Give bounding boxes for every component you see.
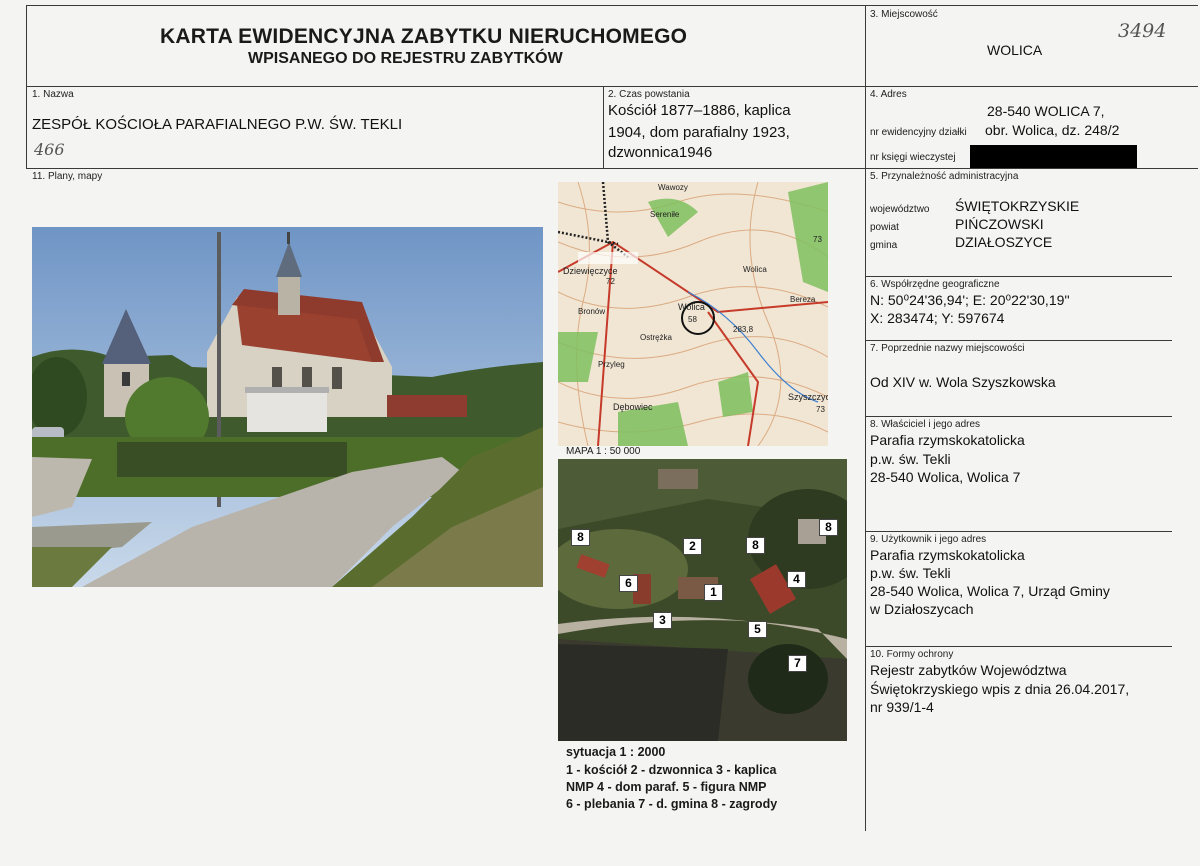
field-label-owner: 8. Właściciel i jego adres [870,419,981,430]
map-scale-caption: MAPA 1 : 50 000 [566,446,641,457]
left-border [26,5,27,169]
map-place-label: Przyleg [598,360,625,369]
map-place-label: Bronów [578,307,605,316]
aerial-marker: 4 [787,571,806,588]
admin-key: województwo [870,204,930,215]
admin-value: ŚWIĘTOKRZYSKIE [955,198,1080,214]
admin-value: DZIAŁOSZYCE [955,234,1053,250]
admin-key: gmina [870,240,898,251]
admin-value: PIŃCZOWSKI [955,216,1044,232]
row-divider [865,531,1172,532]
user-line: p.w. św. Tekli [870,565,951,581]
address-value: 28-540 WOLICA 7, [987,103,1105,119]
object-name: ZESPÓŁ KOŚCIOŁA PARAFIALNEGO P.W. ŚW. TE… [32,116,403,133]
redaction-box [970,145,1137,168]
former-name-value: Od XIV w. Wola Szyszkowska [870,374,1056,390]
row-divider [865,416,1172,417]
row-divider [26,168,1198,169]
owner-line: p.w. św. Tekli [870,451,951,467]
aerial-photo: 8 2 8 8 6 1 4 3 5 7 [558,459,847,741]
field-label-admin: 5. Przynależność administracyjna [870,171,1019,182]
map-place-label: Szyszczyce [788,392,828,402]
church-photo [32,227,543,587]
admin-key: powiat [870,222,899,233]
legend-line: NMP 4 - dom paraf. 5 - figura NMP [566,780,767,794]
map-place-label: 58 [688,315,697,324]
aerial-marker: 7 [788,655,807,672]
field-label-protection: 10. Formy ochrony [870,649,954,660]
coords-geo: N: 50⁰24'36,94'; E: 20⁰22'30,19'' [870,292,1070,308]
coords-xy: X: 283474; Y: 597674 [870,310,1005,326]
record-card: KARTA EWIDENCYJNA ZABYTKU NIERUCHOMEGO W… [0,0,1200,866]
map-place-label: Ostrężka [640,333,673,342]
map-place-label: Wolica [743,265,767,274]
row-divider [865,340,1172,341]
map-place-label: Wawozy [658,183,688,192]
locality-value: WOLICA [987,42,1043,58]
field-label-locality: 3. Miejscowość [870,9,938,20]
field-label-user: 9. Użytkownik i jego adres [870,534,987,545]
aerial-marker: 2 [683,538,702,555]
field-label-name: 1. Nazwa [32,89,74,100]
map-place-label: Dębowiec [613,402,653,412]
legend-line: 6 - plebania 7 - d. gmina 8 - zagrody [566,797,778,811]
topographic-map: Wawozy Sereniłe Dziewięczyce Wolica Bere… [558,182,828,446]
date-line: 1904, dom parafialny 1923, [608,124,790,141]
card-title: KARTA EWIDENCYJNA ZABYTKU NIERUCHOMEGO [160,25,688,48]
legend-line: 1 - kościół 2 - dzwonnica 3 - kaplica [566,763,777,777]
map-place-label: 73 [816,405,825,414]
aerial-marker: 1 [704,584,723,601]
col-divider [603,86,604,169]
aerial-marker: 8 [746,537,765,554]
field-label-date: 2. Czas powstania [608,89,690,100]
protection-line: Świętokrzyskiego wpis z dnia 26.04.2017, [870,681,1130,697]
user-line: w Działoszycach [870,601,974,617]
map-place-label: 283,8 [733,325,754,334]
church-photo-image [32,227,543,587]
field-label-address: 4. Adres [870,89,907,100]
protection-line: nr 939/1-4 [870,699,934,715]
owner-line: Parafia rzymskokatolicka [870,432,1025,448]
owner-line: 28-540 Wolica, Wolica 7 [870,469,1021,485]
aerial-marker: 6 [619,575,638,592]
map-place-label: Wolica [678,302,705,312]
col-divider [865,5,866,831]
handwritten-number: 3494 [1118,20,1167,42]
field-label-maps: 11. Plany, mapy [32,171,103,182]
handwritten-number: 466 [34,140,65,159]
card-subtitle: WPISANEGO DO REJESTRU ZABYTKÓW [248,50,563,67]
aerial-marker: 8 [571,529,590,546]
row-divider [26,86,1198,87]
row-divider [865,276,1172,277]
legend-line: sytuacja 1 : 2000 [566,745,666,759]
aerial-photo-image [558,459,847,741]
map-place-label: Dziewięczyce [563,266,618,276]
top-border [26,5,1198,6]
map-place-label: 73 [813,235,822,244]
map-place-label: Bereza [790,295,816,304]
field-label-coords: 6. Współrzędne geograficzne [870,279,1000,290]
aerial-marker: 3 [653,612,672,629]
map-place-label: Sereniłe [650,210,680,219]
aerial-marker: 5 [748,621,767,638]
plot-label: nr ewidencyjny działki [870,127,967,138]
land-book-label: nr księgi wieczystej [870,152,956,163]
topographic-map-image: Wawozy Sereniłe Dziewięczyce Wolica Bere… [558,182,828,446]
protection-line: Rejestr zabytków Województwa [870,662,1067,678]
date-line: Kościół 1877–1886, kaplica [608,102,791,119]
map-place-label: 72 [606,277,615,286]
plot-value: obr. Wolica, dz. 248/2 [985,122,1120,138]
user-line: 28-540 Wolica, Wolica 7, Urząd Gminy [870,583,1110,599]
aerial-marker: 8 [819,519,838,536]
field-label-former-names: 7. Poprzednie nazwy miejscowości [870,343,1025,354]
user-line: Parafia rzymskokatolicka [870,547,1025,563]
row-divider [865,646,1172,647]
date-line: dzwonnica1946 [608,144,713,161]
